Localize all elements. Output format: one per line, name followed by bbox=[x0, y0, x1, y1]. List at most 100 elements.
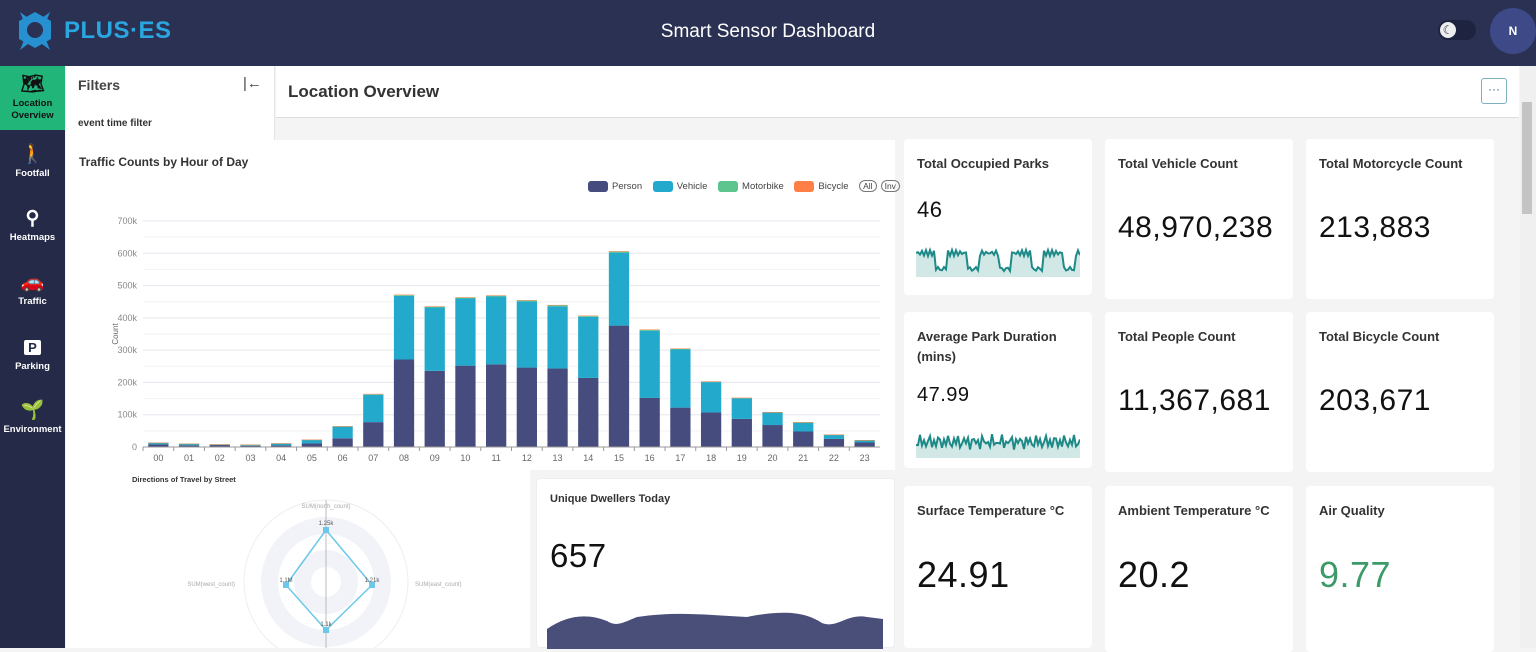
bar-person-10[interactable] bbox=[455, 365, 476, 447]
card-title: Total Vehicle Count bbox=[1118, 156, 1238, 171]
unique-dwellers-card: Unique Dwellers Today 657 bbox=[536, 478, 895, 649]
bar-motorbike-11[interactable] bbox=[486, 295, 507, 297]
bar-person-13[interactable] bbox=[547, 368, 568, 447]
sidebar-item-parking[interactable]: P Parking bbox=[0, 322, 65, 386]
scrollbar-thumb[interactable] bbox=[1522, 102, 1532, 214]
bar-vehicle-17[interactable] bbox=[670, 349, 691, 408]
bar-bicycle-19[interactable] bbox=[731, 397, 752, 399]
bar-person-06[interactable] bbox=[332, 438, 353, 447]
bar-bicycle-12[interactable] bbox=[516, 300, 537, 301]
bar-bicycle-23[interactable] bbox=[854, 440, 875, 441]
bar-bicycle-02[interactable] bbox=[209, 444, 230, 445]
route-icon: ⚲ bbox=[25, 208, 40, 229]
y-axis-label: Count bbox=[111, 323, 120, 345]
bar-bicycle-17[interactable] bbox=[670, 348, 691, 349]
bar-bicycle-09[interactable] bbox=[424, 306, 445, 307]
bar-person-12[interactable] bbox=[516, 367, 537, 447]
bar-motorbike-12[interactable] bbox=[516, 300, 537, 302]
bar-motorbike-13[interactable] bbox=[547, 305, 568, 307]
bar-bicycle-10[interactable] bbox=[455, 297, 476, 298]
bar-person-14[interactable] bbox=[578, 377, 599, 447]
bar-motorbike-16[interactable] bbox=[639, 329, 660, 331]
bar-vehicle-09[interactable] bbox=[424, 307, 445, 371]
bar-person-21[interactable] bbox=[793, 431, 814, 447]
sidebar-item-location-overview[interactable]: 🗺 Location Overview bbox=[0, 66, 65, 130]
bar-person-08[interactable] bbox=[393, 359, 415, 447]
x-tick-label: 02 bbox=[215, 453, 225, 463]
scrollbar[interactable] bbox=[1520, 66, 1536, 648]
kpi-card: Total People Count 11,367,681 bbox=[1105, 312, 1293, 472]
bar-vehicle-06[interactable] bbox=[332, 426, 353, 439]
bar-bicycle-18[interactable] bbox=[700, 381, 722, 382]
sidebar-item-traffic[interactable]: 🚗 Traffic bbox=[0, 258, 65, 322]
bar-vehicle-13[interactable] bbox=[547, 306, 568, 369]
bar-bicycle-14[interactable] bbox=[578, 315, 599, 317]
bar-bicycle-20[interactable] bbox=[762, 412, 783, 413]
bar-bicycle-21[interactable] bbox=[793, 422, 814, 423]
filters-title: Filters bbox=[78, 77, 121, 93]
bar-person-15[interactable] bbox=[608, 325, 630, 447]
sidebar-item-footfall[interactable]: 🚶 Footfall bbox=[0, 130, 65, 194]
kpi-card: Total Vehicle Count 48,970,238 bbox=[1105, 139, 1293, 299]
bar-motorbike-10[interactable] bbox=[455, 297, 476, 299]
bar-person-07[interactable] bbox=[363, 422, 384, 447]
bar-person-22[interactable] bbox=[823, 438, 845, 447]
bar-person-11[interactable] bbox=[486, 364, 507, 447]
bar-bicycle-13[interactable] bbox=[547, 304, 568, 306]
sidebar-item-environment[interactable]: 🌱 Environment bbox=[0, 386, 65, 450]
bar-vehicle-07[interactable] bbox=[363, 394, 384, 423]
bar-motorbike-15[interactable] bbox=[608, 251, 630, 253]
bar-person-18[interactable] bbox=[700, 412, 722, 447]
x-tick-label: 12 bbox=[522, 453, 532, 463]
bar-bicycle-01[interactable] bbox=[178, 443, 200, 445]
bar-bicycle-16[interactable] bbox=[639, 329, 660, 330]
bar-vehicle-12[interactable] bbox=[516, 301, 537, 368]
bar-person-05[interactable] bbox=[301, 443, 323, 447]
bar-bicycle-04[interactable] bbox=[271, 443, 292, 444]
bar-person-20[interactable] bbox=[762, 425, 783, 447]
bar-person-19[interactable] bbox=[731, 418, 752, 447]
radar-value: 1.21k bbox=[365, 578, 381, 584]
bar-vehicle-16[interactable] bbox=[639, 330, 660, 398]
theme-toggle[interactable]: ☾ bbox=[1438, 20, 1476, 40]
bar-vehicle-18[interactable] bbox=[700, 382, 722, 413]
avatar[interactable]: N bbox=[1490, 8, 1536, 54]
bar-bicycle-00[interactable] bbox=[148, 442, 169, 444]
bar-vehicle-08[interactable] bbox=[393, 295, 415, 360]
bar-person-23[interactable] bbox=[854, 442, 875, 447]
event-time-filter-label: event time filter bbox=[78, 118, 152, 129]
radar-axis-label: SUM(north_count) bbox=[301, 504, 350, 510]
bar-vehicle-14[interactable] bbox=[578, 316, 599, 378]
bar-vehicle-22[interactable] bbox=[823, 434, 845, 439]
bar-vehicle-21[interactable] bbox=[793, 422, 814, 432]
bar-motorbike-14[interactable] bbox=[578, 316, 599, 317]
radar-chart: SUM(north_count) SUM(west_count) SUM(eas… bbox=[187, 499, 462, 648]
bar-bicycle-03[interactable] bbox=[240, 444, 261, 446]
collapse-filters-icon[interactable]: |← bbox=[243, 75, 262, 92]
more-options-button[interactable]: ··· bbox=[1481, 78, 1507, 104]
y-tick-label: 400k bbox=[117, 313, 137, 323]
bar-person-09[interactable] bbox=[424, 370, 445, 447]
bar-vehicle-15[interactable] bbox=[608, 252, 630, 326]
bar-vehicle-19[interactable] bbox=[731, 398, 752, 419]
bar-motorbike-09[interactable] bbox=[424, 306, 445, 308]
bar-bicycle-22[interactable] bbox=[823, 434, 845, 436]
bar-bicycle-11[interactable] bbox=[486, 295, 507, 296]
bar-bicycle-05[interactable] bbox=[301, 439, 323, 441]
bar-bicycle-08[interactable] bbox=[393, 294, 415, 296]
bar-vehicle-10[interactable] bbox=[455, 298, 476, 366]
bar-vehicle-11[interactable] bbox=[486, 296, 507, 365]
bar-person-16[interactable] bbox=[639, 397, 660, 447]
x-tick-label: 10 bbox=[460, 453, 470, 463]
sidebar-item-heatmaps[interactable]: ⚲ Heatmaps bbox=[0, 194, 65, 258]
bar-bicycle-06[interactable] bbox=[332, 426, 353, 427]
card-value: 657 bbox=[550, 537, 607, 574]
bar-bicycle-15[interactable] bbox=[608, 251, 630, 252]
bar-motorbike-08[interactable] bbox=[393, 295, 415, 296]
bar-person-17[interactable] bbox=[670, 407, 691, 447]
main-header: Location Overview ··· bbox=[276, 66, 1519, 118]
y-tick-label: 300k bbox=[117, 345, 137, 355]
bar-vehicle-20[interactable] bbox=[762, 412, 783, 426]
bar-bicycle-07[interactable] bbox=[363, 393, 384, 395]
bar-vehicle-05[interactable] bbox=[301, 439, 323, 444]
